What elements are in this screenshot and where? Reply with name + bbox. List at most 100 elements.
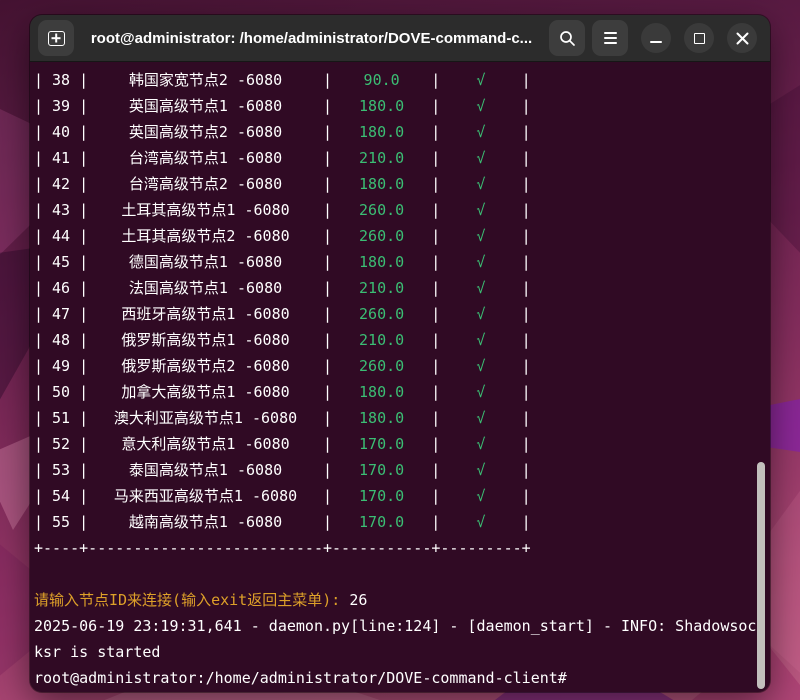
check-icon: √ <box>476 409 485 427</box>
prompt-label: 请输入节点ID来连接(输入exit返回主菜单): <box>34 591 349 609</box>
node-name: 台湾高级节点1 -6080 <box>88 145 323 171</box>
node-id: 48 <box>43 327 79 353</box>
check-icon: √ <box>476 227 485 245</box>
node-id: 44 <box>43 223 79 249</box>
node-name: 西班牙高级节点1 -6080 <box>88 301 323 327</box>
node-price: 170.0 <box>332 431 431 457</box>
check-icon: √ <box>476 149 485 167</box>
shell-prompt: root@administrator:/home/administrator/D… <box>34 665 770 691</box>
node-status: √ <box>440 197 521 223</box>
scrollbar[interactable] <box>757 462 765 689</box>
table-row: |50|加拿大高级节点1 -6080|180.0|√| <box>34 379 770 405</box>
check-icon: √ <box>476 305 485 323</box>
node-id: 51 <box>43 405 79 431</box>
node-id: 54 <box>43 483 79 509</box>
search-icon <box>559 30 576 47</box>
check-icon: √ <box>476 175 485 193</box>
node-status: √ <box>440 301 521 327</box>
table-row: |49|俄罗斯高级节点2 -6080|260.0|√| <box>34 353 770 379</box>
menu-button[interactable] <box>592 20 628 56</box>
table-row: |39|英国高级节点1 -6080|180.0|√| <box>34 93 770 119</box>
check-icon: √ <box>476 513 485 531</box>
check-icon: √ <box>476 97 485 115</box>
node-id: 41 <box>43 145 79 171</box>
check-icon: √ <box>476 253 485 271</box>
table-row: |54|马来西亚高级节点1 -6080|170.0|√| <box>34 483 770 509</box>
input-prompt-line: 请输入节点ID来连接(输入exit返回主菜单): 26 <box>34 587 770 613</box>
node-name: 土耳其高级节点2 -6080 <box>88 223 323 249</box>
table-row: |55|越南高级节点1 -6080|170.0|√| <box>34 509 770 535</box>
minimize-button[interactable] <box>641 23 671 53</box>
node-id: 43 <box>43 197 79 223</box>
check-icon: √ <box>476 331 485 349</box>
table-row: |41|台湾高级节点1 -6080|210.0|√| <box>34 145 770 171</box>
node-id: 52 <box>43 431 79 457</box>
node-status: √ <box>440 171 521 197</box>
node-name: 韩国家宽节点2 -6080 <box>88 67 323 93</box>
node-status: √ <box>440 379 521 405</box>
node-price: 170.0 <box>332 457 431 483</box>
node-price: 170.0 <box>332 509 431 535</box>
node-table: |38|韩国家宽节点2 -6080|90.0|√| |39|英国高级节点1 -6… <box>34 67 770 535</box>
node-name: 泰国高级节点1 -6080 <box>88 457 323 483</box>
node-status: √ <box>440 327 521 353</box>
check-icon: √ <box>476 487 485 505</box>
check-icon: √ <box>476 201 485 219</box>
table-row: |48|俄罗斯高级节点1 -6080|210.0|√| <box>34 327 770 353</box>
node-status: √ <box>440 483 521 509</box>
node-name: 英国高级节点2 -6080 <box>88 119 323 145</box>
node-name: 英国高级节点1 -6080 <box>88 93 323 119</box>
titlebar[interactable]: root@administrator: /home/administrator/… <box>30 15 770 62</box>
node-id: 42 <box>43 171 79 197</box>
table-row: |38|韩国家宽节点2 -6080|90.0|√| <box>34 67 770 93</box>
table-row: |45|德国高级节点1 -6080|180.0|√| <box>34 249 770 275</box>
minimize-icon <box>650 41 662 43</box>
window-title: root@administrator: /home/administrator/… <box>81 30 542 47</box>
table-row: |47|西班牙高级节点1 -6080|260.0|√| <box>34 301 770 327</box>
maximize-icon <box>694 33 705 44</box>
table-row: |42|台湾高级节点2 -6080|180.0|√| <box>34 171 770 197</box>
node-price: 260.0 <box>332 353 431 379</box>
node-status: √ <box>440 249 521 275</box>
node-status: √ <box>440 405 521 431</box>
node-id: 47 <box>43 301 79 327</box>
search-button[interactable] <box>549 20 585 56</box>
check-icon: √ <box>476 383 485 401</box>
node-price: 180.0 <box>332 119 431 145</box>
node-name: 意大利高级节点1 -6080 <box>88 431 323 457</box>
check-icon: √ <box>476 123 485 141</box>
node-price: 180.0 <box>332 405 431 431</box>
maximize-button[interactable] <box>684 23 714 53</box>
table-row: |52|意大利高级节点1 -6080|170.0|√| <box>34 431 770 457</box>
node-name: 俄罗斯高级节点1 -6080 <box>88 327 323 353</box>
node-price: 210.0 <box>332 145 431 171</box>
node-price: 260.0 <box>332 301 431 327</box>
node-status: √ <box>440 145 521 171</box>
node-price: 180.0 <box>332 379 431 405</box>
prompt-input-value: 26 <box>349 591 367 609</box>
node-name: 俄罗斯高级节点2 -6080 <box>88 353 323 379</box>
node-price: 210.0 <box>332 327 431 353</box>
node-id: 50 <box>43 379 79 405</box>
node-price: 180.0 <box>332 171 431 197</box>
node-name: 德国高级节点1 -6080 <box>88 249 323 275</box>
node-id: 55 <box>43 509 79 535</box>
close-button[interactable] <box>727 23 757 53</box>
log-line-wrap: ksr is started <box>34 639 770 665</box>
table-row: |53|泰国高级节点1 -6080|170.0|√| <box>34 457 770 483</box>
node-name: 加拿大高级节点1 -6080 <box>88 379 323 405</box>
menu-icon <box>604 32 617 44</box>
terminal-screen[interactable]: |38|韩国家宽节点2 -6080|90.0|√| |39|英国高级节点1 -6… <box>30 62 770 691</box>
desktop-wallpaper: root@administrator: /home/administrator/… <box>0 0 800 700</box>
new-tab-button[interactable] <box>38 20 74 56</box>
table-row: |46|法国高级节点1 -6080|210.0|√| <box>34 275 770 301</box>
check-icon: √ <box>476 279 485 297</box>
node-status: √ <box>440 223 521 249</box>
node-name: 马来西亚高级节点1 -6080 <box>88 483 323 509</box>
node-price: 180.0 <box>332 249 431 275</box>
node-name: 法国高级节点1 -6080 <box>88 275 323 301</box>
node-status: √ <box>440 431 521 457</box>
check-icon: √ <box>476 357 485 375</box>
node-name: 越南高级节点1 -6080 <box>88 509 323 535</box>
table-row: |44|土耳其高级节点2 -6080|260.0|√| <box>34 223 770 249</box>
